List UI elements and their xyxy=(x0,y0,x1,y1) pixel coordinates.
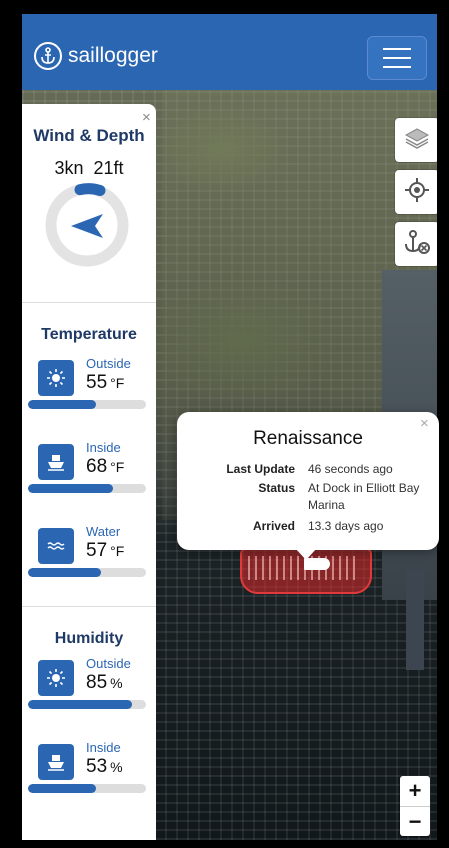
wind-depth-title: Wind & Depth xyxy=(33,126,145,145)
sensor-label: Inside xyxy=(86,740,121,755)
last-update-value: 46 seconds ago xyxy=(308,462,393,476)
level-bar xyxy=(28,484,146,493)
temperature-title: Temperature xyxy=(41,326,137,343)
zoom-control: + − xyxy=(400,776,430,836)
sensor-label: Outside xyxy=(86,356,131,371)
temp-inside-sensor[interactable]: Inside 68 °F xyxy=(28,440,152,500)
layers-icon xyxy=(404,126,430,155)
anchor-alarm-button[interactable] xyxy=(395,222,437,266)
phone-screen: saillogger × Wind & Depth 3kn 21ft Tempe… xyxy=(14,14,440,840)
sensor-sidebar: × Wind & Depth 3kn 21ft Temperature Outs… xyxy=(22,104,156,840)
status-label: Status xyxy=(258,481,295,495)
sensor-label: Inside xyxy=(86,440,121,455)
locate-button[interactable] xyxy=(395,170,437,214)
level-fill xyxy=(28,400,97,409)
wind-direction-arc xyxy=(74,183,106,196)
arrived-label: Arrived xyxy=(252,519,295,533)
anchor-off-icon xyxy=(403,229,431,260)
anchor-icon xyxy=(34,42,62,70)
hamburger-icon xyxy=(383,48,411,50)
level-fill xyxy=(28,484,113,493)
sensor-value: 68 °F xyxy=(86,456,125,477)
sensor-value: 57 °F xyxy=(86,540,125,561)
level-fill xyxy=(28,700,132,709)
last-update-label: Last Update xyxy=(226,462,295,476)
level-fill xyxy=(28,568,102,577)
locate-icon xyxy=(404,177,430,208)
sensor-label: Outside xyxy=(86,656,131,671)
boat-name: Renaissance xyxy=(253,428,363,449)
sensor-label: Water xyxy=(86,524,121,539)
layers-button[interactable] xyxy=(395,118,437,162)
boat-icon xyxy=(38,744,74,780)
popup-pointer xyxy=(295,548,317,560)
brand[interactable]: saillogger xyxy=(34,42,158,70)
wind-depth-readings: 3kn 21ft xyxy=(22,158,156,179)
pier xyxy=(406,570,424,670)
status-value: At Dock in Elliott Bay Marina xyxy=(308,481,420,512)
humidity-outside-sensor[interactable]: Outside 85% xyxy=(28,656,152,716)
app-title: saillogger xyxy=(68,44,158,67)
sensor-value: 53% xyxy=(86,756,123,777)
level-fill xyxy=(28,784,97,793)
level-bar xyxy=(28,700,146,709)
level-bar xyxy=(28,784,146,793)
wind-gauge xyxy=(45,183,129,267)
zoom-out-button[interactable]: − xyxy=(400,806,430,836)
depth-value: 21ft xyxy=(93,158,124,178)
arrived-value: 13.3 days ago xyxy=(308,519,384,533)
sidebar-close-button[interactable]: × xyxy=(142,110,151,125)
sensor-value: 85% xyxy=(86,672,123,693)
boat-icon xyxy=(38,444,74,480)
level-bar xyxy=(28,568,146,577)
menu-button[interactable] xyxy=(367,36,427,80)
temp-outside-sensor[interactable]: Outside 55 °F xyxy=(28,356,152,416)
wind-speed: 3kn xyxy=(54,158,84,178)
temp-water-sensor[interactable]: Water 57 °F xyxy=(28,524,152,584)
humidity-title: Humidity xyxy=(54,630,124,647)
sun-icon xyxy=(38,660,74,696)
sensor-value: 55 °F xyxy=(86,372,125,393)
boat-info-popup: × Renaissance Last Update 46 seconds ago… xyxy=(177,412,439,550)
sun-icon xyxy=(38,360,74,396)
top-navbar: saillogger xyxy=(22,14,437,90)
level-bar xyxy=(28,400,146,409)
waves-icon xyxy=(38,528,74,564)
humidity-inside-sensor[interactable]: Inside 53% xyxy=(28,740,152,800)
zoom-in-button[interactable]: + xyxy=(400,776,430,806)
boat-heading-icon xyxy=(71,214,103,238)
